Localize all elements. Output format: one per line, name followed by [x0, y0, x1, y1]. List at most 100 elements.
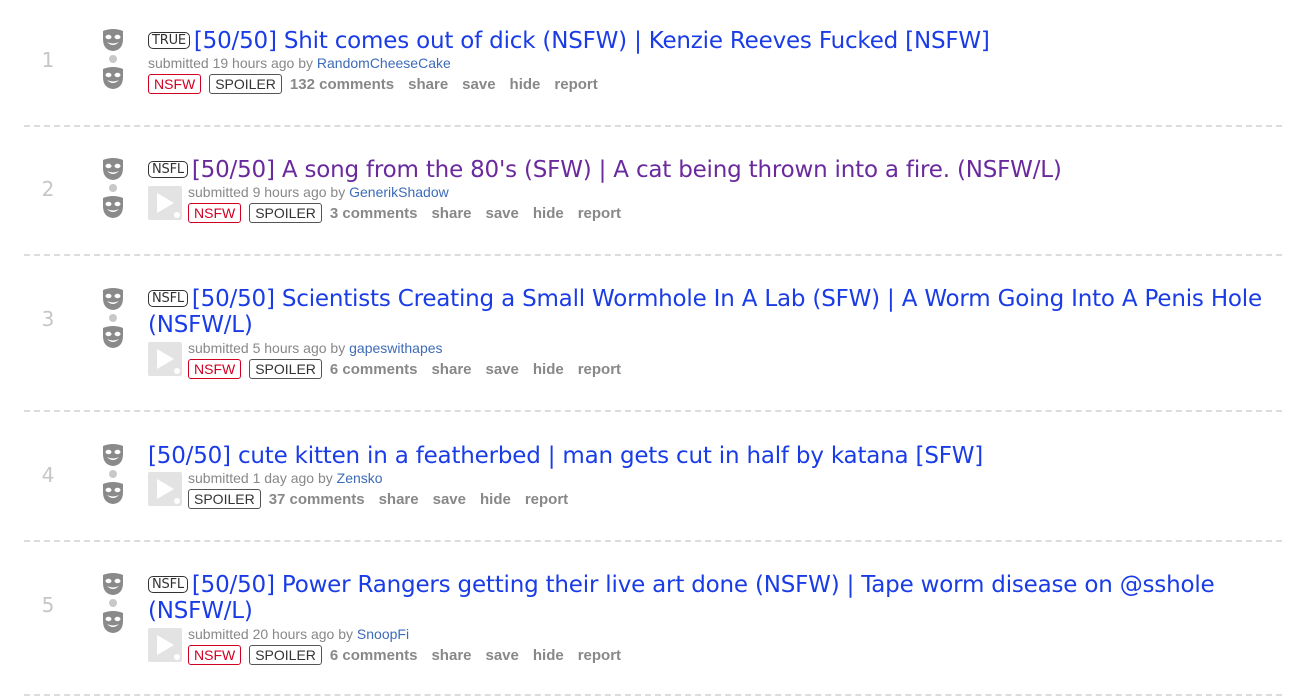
- upvote-mask-icon[interactable]: [100, 157, 126, 181]
- comments-button[interactable]: 6 comments: [330, 647, 418, 664]
- upvote-mask-icon[interactable]: [100, 572, 126, 596]
- post-tagline: submitted 1 day ago by Zensko: [188, 470, 383, 486]
- upvote-mask-icon[interactable]: [100, 287, 126, 311]
- post-actions: NSFW SPOILER 132 comments share save hide repo…: [148, 74, 612, 95]
- downvote-mask-icon[interactable]: [100, 610, 126, 634]
- author-link[interactable]: GenerikShadow: [349, 184, 449, 200]
- downvote-mask-icon[interactable]: [100, 325, 126, 349]
- upvote-mask-icon[interactable]: [100, 28, 126, 52]
- report-button[interactable]: report: [578, 647, 621, 664]
- by-label: by: [326, 340, 350, 356]
- author-link[interactable]: SnoopFi: [357, 626, 409, 642]
- vote-controls: [100, 443, 126, 507]
- video-thumbnail[interactable]: [148, 472, 182, 506]
- save-button[interactable]: save: [486, 647, 519, 664]
- save-button[interactable]: save: [433, 491, 466, 508]
- video-thumbnail-icon: [157, 635, 180, 660]
- nsfw-tag: NSFW: [188, 645, 242, 665]
- post-divider: [24, 410, 1282, 412]
- share-button[interactable]: share: [408, 76, 448, 93]
- post-divider: [24, 540, 1282, 542]
- downvote-mask-icon[interactable]: [100, 195, 126, 219]
- downvote-mask-icon[interactable]: [100, 481, 126, 505]
- vote-controls: [100, 287, 126, 351]
- video-thumbnail-icon: [157, 479, 180, 504]
- hide-button[interactable]: hide: [533, 361, 564, 378]
- submitted-time: 5 hours ago: [252, 340, 327, 356]
- vote-score-dot: [109, 55, 117, 63]
- vote-score-dot: [109, 470, 117, 478]
- submitted-time: 19 hours ago: [212, 55, 295, 71]
- post-actions: NSFW SPOILER 6 comments share save hide report: [188, 359, 635, 380]
- post-title-line: NSFL [50/50] A song from the 80's (SFW) |…: [148, 157, 1274, 183]
- post-tagline: submitted 9 hours ago by GenerikShadow: [188, 184, 449, 200]
- comments-button[interactable]: 6 comments: [330, 361, 418, 378]
- nsfw-tag: NSFW: [148, 74, 202, 94]
- share-button[interactable]: share: [431, 361, 471, 378]
- report-button[interactable]: report: [554, 76, 597, 93]
- save-button[interactable]: save: [486, 361, 519, 378]
- share-button[interactable]: share: [431, 205, 471, 222]
- nsfw-tag: NSFW: [188, 359, 242, 379]
- by-label: by: [334, 626, 357, 642]
- upvote-mask-icon[interactable]: [100, 443, 126, 467]
- author-link[interactable]: Zensko: [337, 470, 383, 486]
- comments-button[interactable]: 3 comments: [330, 205, 418, 222]
- save-button[interactable]: save: [486, 205, 519, 222]
- video-thumbnail-icon: [157, 349, 180, 374]
- comments-button[interactable]: 37 comments: [269, 491, 365, 508]
- report-button[interactable]: report: [578, 361, 621, 378]
- post-title-line: [50/50] cute kitten in a featherbed | ma…: [148, 443, 1274, 469]
- post-divider: [24, 125, 1282, 127]
- vote-score-dot: [109, 314, 117, 322]
- flair-badge: NSFL: [148, 161, 188, 178]
- submitted-time: 1 day ago: [252, 470, 315, 486]
- spoiler-tag: SPOILER: [249, 645, 322, 665]
- post-title-line: NSFL [50/50] Scientists Creating a Small …: [148, 286, 1274, 338]
- report-button[interactable]: report: [578, 205, 621, 222]
- submitted-label: submitted: [188, 626, 253, 642]
- post-title-link[interactable]: [50/50] A song from the 80's (SFW) | A c…: [192, 157, 1062, 183]
- post-rank: 1: [41, 48, 55, 72]
- spoiler-tag: SPOILER: [188, 489, 261, 509]
- post-rank: 5: [41, 593, 55, 617]
- hide-button[interactable]: hide: [533, 205, 564, 222]
- save-button[interactable]: save: [462, 76, 495, 93]
- vote-controls: [100, 157, 126, 221]
- post-title-link[interactable]: [50/50] Shit comes out of dick (NSFW) | …: [194, 28, 990, 54]
- spoiler-tag: SPOILER: [249, 359, 322, 379]
- author-link[interactable]: gapeswithapes: [349, 340, 442, 356]
- video-thumbnail[interactable]: [148, 342, 182, 376]
- vote-controls: [100, 572, 126, 636]
- hide-button[interactable]: hide: [533, 647, 564, 664]
- submitted-time: 9 hours ago: [252, 184, 327, 200]
- author-link[interactable]: RandomCheeseCake: [317, 55, 451, 71]
- nsfw-tag: NSFW: [188, 203, 242, 223]
- comments-button[interactable]: 132 comments: [290, 76, 394, 93]
- post-actions: NSFW SPOILER 6 comments share save hide report: [188, 645, 635, 666]
- submitted-label: submitted: [148, 55, 213, 71]
- by-label: by: [294, 55, 317, 71]
- hide-button[interactable]: hide: [510, 76, 541, 93]
- vote-score-dot: [109, 184, 117, 192]
- flair-badge: NSFL: [148, 290, 188, 307]
- post-rank: 4: [41, 463, 55, 487]
- post-title-link[interactable]: [50/50] Power Rangers getting their live…: [148, 572, 1215, 624]
- downvote-mask-icon[interactable]: [100, 66, 126, 90]
- report-button[interactable]: report: [525, 491, 568, 508]
- post-tagline: submitted 20 hours ago by SnoopFi: [188, 626, 409, 642]
- post-tagline: submitted 5 hours ago by gapeswithapes: [188, 340, 443, 356]
- share-button[interactable]: share: [431, 647, 471, 664]
- post-title-link[interactable]: [50/50] cute kitten in a featherbed | ma…: [148, 443, 983, 469]
- submitted-label: submitted: [188, 470, 253, 486]
- flair-badge: NSFL: [148, 576, 188, 593]
- post-title-link[interactable]: [50/50] Scientists Creating a Small Worm…: [148, 286, 1262, 338]
- spoiler-tag: SPOILER: [249, 203, 322, 223]
- by-label: by: [326, 184, 350, 200]
- flair-badge: TRUE: [148, 32, 190, 49]
- video-thumbnail[interactable]: [148, 186, 182, 220]
- post-actions: NSFW SPOILER 3 comments share save hide report: [188, 203, 635, 224]
- hide-button[interactable]: hide: [480, 491, 511, 508]
- video-thumbnail[interactable]: [148, 628, 182, 662]
- share-button[interactable]: share: [379, 491, 419, 508]
